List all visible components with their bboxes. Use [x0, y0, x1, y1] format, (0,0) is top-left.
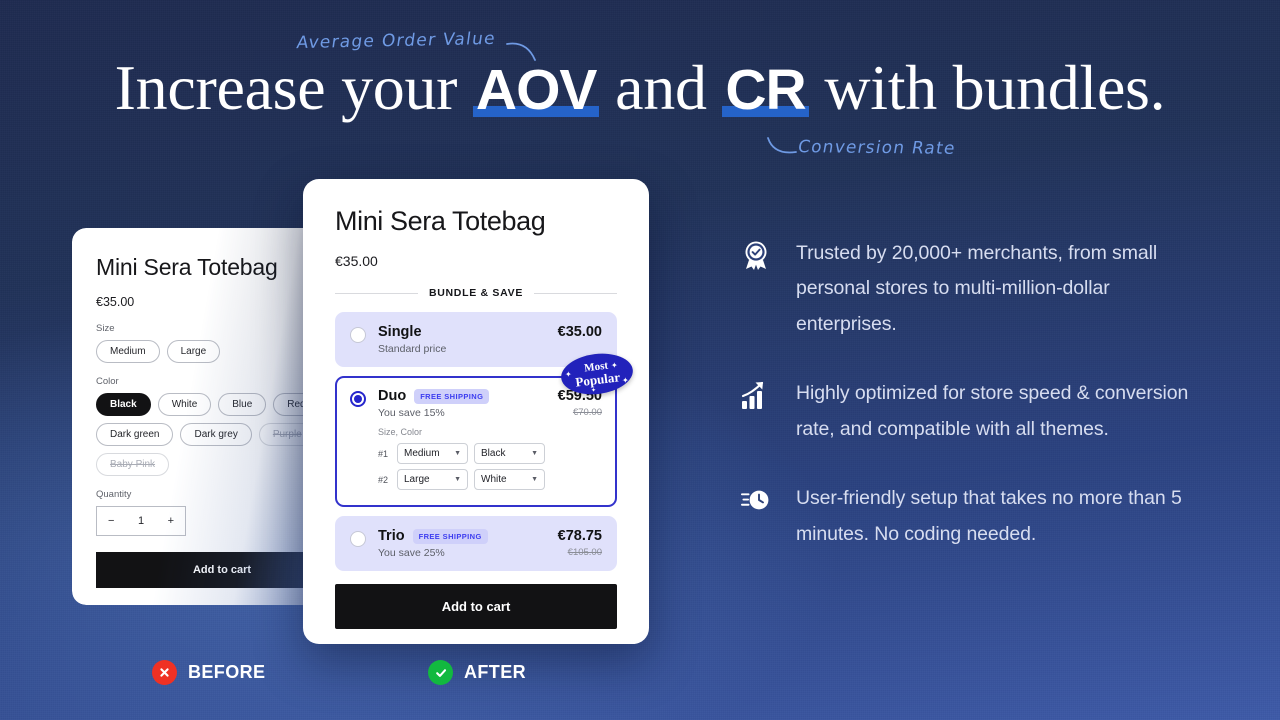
annotation-cr-arrow — [767, 137, 797, 154]
chevron-down-icon: ▼ — [454, 476, 461, 483]
variant-row: #2 Large ▼ White ▼ — [378, 469, 546, 490]
feature-item: Highly optimized for store speed & conve… — [740, 376, 1198, 447]
variant-size-select[interactable]: Medium ▼ — [397, 443, 468, 464]
annotation-aov-arrow — [506, 42, 536, 61]
radio-icon[interactable] — [350, 391, 366, 407]
bundle-option-duo[interactable]: ✦ ✦ ✦ ✦ Most Popular Duo FREE SHIPPING Y… — [335, 349, 636, 507]
free-shipping-badge: FREE SHIPPING — [412, 528, 488, 544]
color-option-chip[interactable]: Blue — [218, 393, 267, 416]
bundle-option-old-price: €105.00 — [567, 547, 602, 558]
annotation-aov: Average Order Value — [295, 28, 498, 54]
hero-banner: Increase your AOV and CR with bundles. A… — [0, 0, 1280, 720]
check-icon — [428, 660, 453, 685]
feature-text: Trusted by 20,000+ merchants, from small… — [796, 242, 1158, 335]
size-option-chip[interactable]: Large — [166, 340, 221, 363]
quantity-increment-button[interactable]: + — [168, 515, 174, 527]
variant-index: #2 — [378, 474, 389, 485]
award-badge-icon — [740, 236, 774, 342]
variant-row: #1 Medium ▼ Black ▼ — [378, 443, 546, 464]
bundle-variant-selectors: Size, Color #1 Medium ▼ Black ▼ #2 Large… — [378, 427, 546, 490]
headline-cr-text: CR — [725, 58, 806, 122]
bundle-option-subtitle: Standard price — [378, 343, 447, 355]
bundle-divider-label: BUNDLE & SAVE — [428, 287, 524, 299]
after-product-price: €35.00 — [335, 253, 378, 269]
headline-aov-highlight: AOV — [472, 62, 600, 119]
variant-index: #1 — [378, 448, 389, 459]
variant-color-select[interactable]: White ▼ — [474, 469, 545, 490]
cross-icon — [152, 660, 177, 685]
headline-part-3: with bundles. — [808, 52, 1166, 123]
bundle-divider: BUNDLE & SAVE — [335, 287, 617, 299]
bundle-option-trio[interactable]: Trio FREE SHIPPING You save 25% €78.75 €… — [335, 516, 617, 571]
variant-size-value: Medium — [404, 448, 440, 459]
bundle-option-old-price: €70.00 — [572, 407, 602, 418]
before-label-group: BEFORE — [152, 660, 265, 685]
divider-line-right — [534, 292, 617, 294]
fast-clock-icon — [740, 481, 774, 552]
variant-color-select[interactable]: Black ▼ — [474, 443, 545, 464]
chevron-down-icon: ▼ — [454, 450, 461, 457]
color-option-chip[interactable]: Dark green — [96, 423, 174, 446]
headline-part-2: and — [599, 52, 723, 123]
after-label-text: AFTER — [464, 662, 526, 682]
free-shipping-badge: FREE SHIPPING — [414, 388, 490, 404]
badge-line-2: Popular — [574, 369, 621, 390]
quantity-value: 1 — [137, 515, 145, 527]
feature-text: Highly optimized for store speed & conve… — [796, 382, 1189, 440]
feature-text: User-friendly setup that takes no more t… — [796, 487, 1182, 545]
quantity-decrement-button[interactable]: − — [108, 515, 114, 527]
variant-color-value: Black — [481, 448, 506, 459]
feature-item: Trusted by 20,000+ merchants, from small… — [740, 236, 1198, 342]
bundle-option-name: Trio — [378, 528, 405, 544]
feature-item: User-friendly setup that takes no more t… — [740, 481, 1198, 552]
bundle-option-price: €35.00 — [557, 324, 602, 340]
after-add-to-cart-button[interactable]: Add to cart — [335, 584, 617, 629]
growth-chart-icon — [740, 376, 774, 447]
before-label-text: BEFORE — [188, 662, 266, 682]
variant-size-value: Large — [404, 474, 430, 485]
color-option-chip: Baby Pink — [96, 453, 170, 476]
bundle-option-name: Duo — [378, 388, 407, 404]
color-option-chip[interactable]: Dark grey — [180, 423, 252, 446]
page-headline: Increase your AOV and CR with bundles. — [0, 56, 1280, 120]
headline-cr-highlight: CR — [722, 62, 809, 119]
chevron-down-icon: ▼ — [531, 476, 538, 483]
variant-color-value: White — [481, 474, 507, 485]
bundle-option-subtitle: You save 25% — [378, 547, 445, 559]
radio-icon[interactable] — [350, 327, 366, 343]
variant-size-select[interactable]: Large ▼ — [397, 469, 468, 490]
after-product-title: Mini Sera Totebag — [335, 206, 546, 236]
divider-line-left — [335, 292, 418, 294]
color-option-chip[interactable]: White — [157, 393, 212, 416]
bundle-option-subtitle: You save 15% — [378, 407, 445, 419]
bundle-option-name: Single — [378, 324, 422, 340]
size-option-chip[interactable]: Medium — [96, 340, 160, 363]
headline-part-1: Increase your — [114, 52, 473, 123]
feature-list: Trusted by 20,000+ merchants, from small… — [740, 236, 1198, 586]
quantity-stepper[interactable]: − 1 + — [96, 506, 186, 536]
bundle-option-price: €78.75 — [557, 528, 602, 544]
radio-icon[interactable] — [350, 531, 366, 547]
after-product-card: Mini Sera Totebag €35.00 BUNDLE & SAVE S… — [303, 179, 649, 644]
most-popular-badge: ✦ ✦ ✦ ✦ Most Popular — [558, 349, 636, 399]
annotation-cr: Conversion Rate — [796, 137, 958, 159]
variants-label: Size, Color — [378, 427, 423, 437]
after-label-group: AFTER — [428, 660, 526, 685]
chevron-down-icon: ▼ — [531, 450, 538, 457]
color-option-chip[interactable]: Black — [96, 393, 151, 416]
